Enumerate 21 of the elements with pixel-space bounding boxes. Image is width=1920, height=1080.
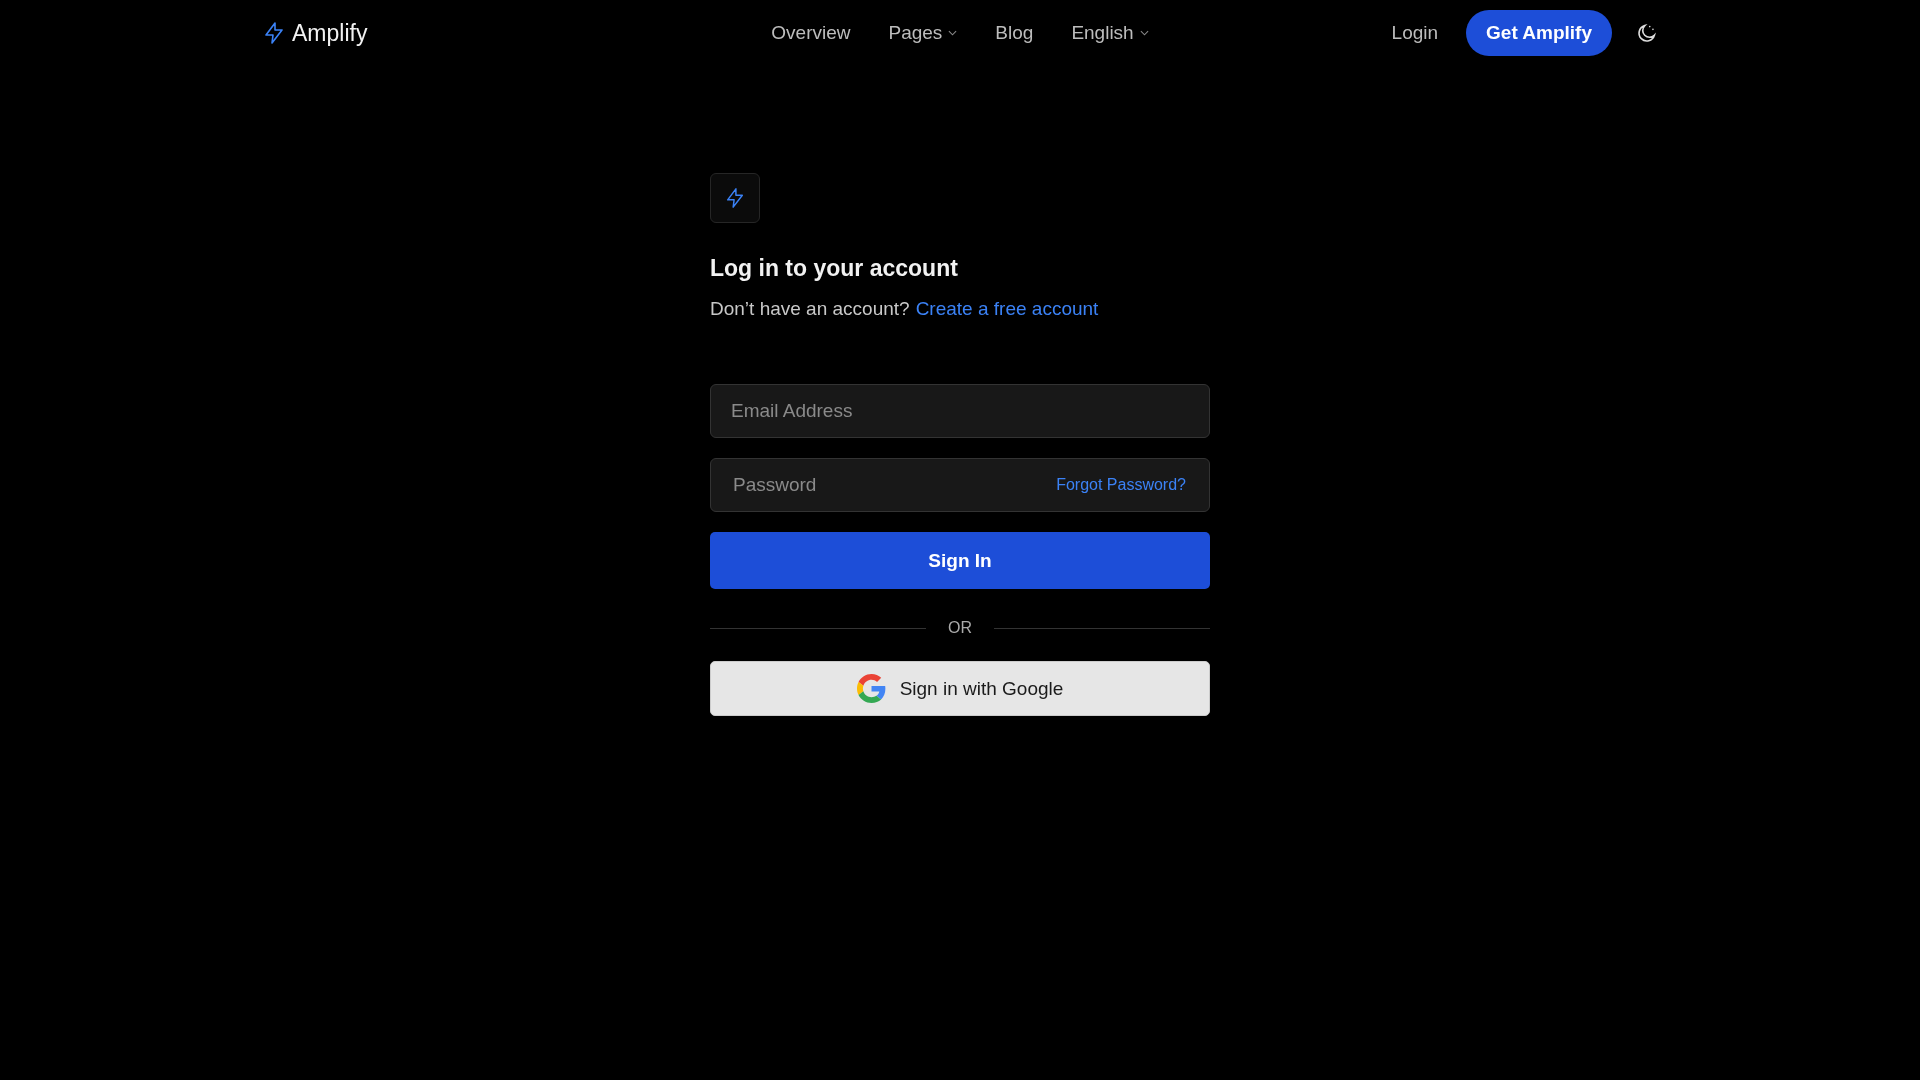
google-g-icon — [856, 674, 886, 703]
form-title: Log in to your account — [710, 255, 959, 282]
login-link[interactable]: Login — [1391, 22, 1439, 44]
sign-in-button[interactable]: Sign In — [710, 532, 1210, 589]
forgot-password-link[interactable]: Forgot Password? — [1056, 476, 1186, 494]
caret-icon — [948, 30, 958, 36]
lightning-bolt-icon — [262, 19, 286, 47]
nav-link[interactable]: Overview — [771, 22, 851, 44]
moon-icon[interactable] — [1636, 22, 1658, 44]
google-sign-in-button[interactable]: Sign in with Google — [710, 661, 1210, 716]
brand-name[interactable]: Amplify — [292, 19, 368, 47]
signup-prompt: Don’t have an account? — [710, 298, 910, 320]
caret-icon — [1139, 30, 1149, 36]
divider-label: OR — [948, 619, 972, 637]
password-field[interactable]: Password Forgot Password? — [710, 458, 1210, 512]
create-account-link[interactable]: Create a free account — [915, 298, 1099, 320]
nav-link[interactable]: English — [1071, 22, 1149, 44]
email-field[interactable]: Email Address — [710, 384, 1210, 438]
get-amplify-button[interactable]: Get Amplify — [1466, 10, 1612, 56]
nav-link[interactable]: Pages — [888, 22, 958, 44]
nav-link[interactable]: Blog — [995, 22, 1034, 44]
